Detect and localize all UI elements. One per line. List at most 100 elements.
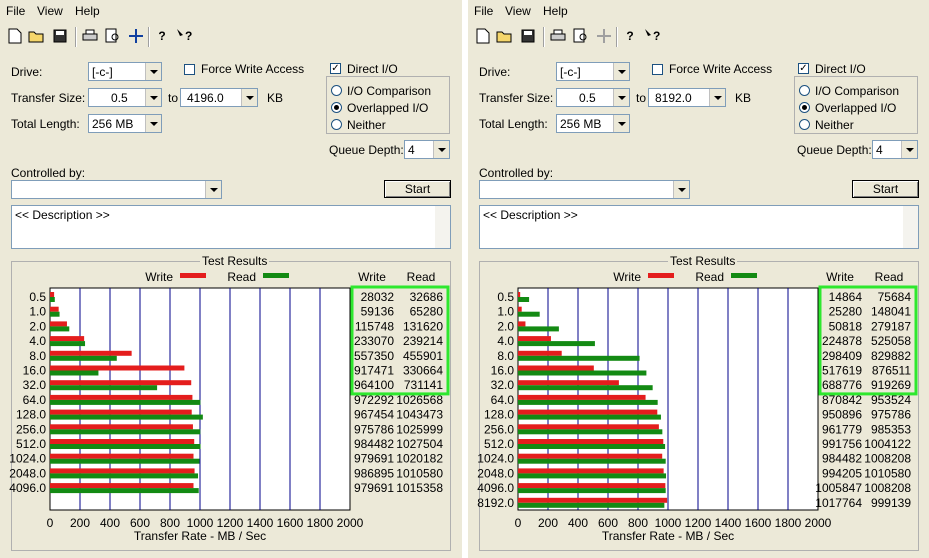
y-tick-label: 16.0 xyxy=(491,364,515,378)
y-tick-label: 1024.0 xyxy=(9,452,46,466)
read-value: 148041 xyxy=(871,305,911,319)
write-bar xyxy=(50,409,192,415)
x-axis-label: Transfer Rate - MB / Sec xyxy=(134,529,266,543)
write-value: 984482 xyxy=(822,452,862,466)
read-bar xyxy=(518,444,666,449)
x-tick-label: 600 xyxy=(130,516,150,530)
y-tick-label: 0.5 xyxy=(497,290,514,304)
write-bar xyxy=(518,292,521,297)
x-tick-label: 1000 xyxy=(655,516,682,530)
read-bar xyxy=(518,370,647,376)
write-bar xyxy=(518,306,522,312)
legend-write-swatch xyxy=(180,273,206,278)
y-tick-label: 4.0 xyxy=(497,334,514,348)
y-tick-label: 32.0 xyxy=(491,378,515,392)
read-value: 32686 xyxy=(410,290,444,304)
y-tick-label: 128.0 xyxy=(16,408,46,422)
read-value: 330664 xyxy=(403,364,443,378)
read-bar xyxy=(518,414,661,420)
read-bar xyxy=(518,502,665,508)
read-value: 1043473 xyxy=(396,408,443,422)
write-bar xyxy=(50,439,195,444)
x-tick-label: 0 xyxy=(47,516,54,530)
write-value: 979691 xyxy=(354,481,394,495)
write-value: 1017764 xyxy=(815,496,862,510)
read-bar xyxy=(50,473,199,479)
left-benchmark-window: File View Help ? ? Drive: [-c-] Transfer… xyxy=(0,0,462,558)
write-bar xyxy=(50,394,193,400)
read-bar xyxy=(518,355,640,361)
read-bar xyxy=(518,341,595,347)
read-bar xyxy=(50,414,203,420)
x-tick-label: 800 xyxy=(628,516,648,530)
x-tick-label: 400 xyxy=(100,516,120,530)
write-bar xyxy=(50,350,132,356)
y-tick-label: 8.0 xyxy=(497,349,514,363)
x-tick-label: 800 xyxy=(160,516,180,530)
y-tick-label: 256.0 xyxy=(16,422,46,436)
read-bar xyxy=(518,488,666,494)
legend-write-label: Write xyxy=(145,270,173,284)
write-bar xyxy=(50,292,55,297)
read-bar xyxy=(50,444,201,449)
write-bar xyxy=(518,439,664,444)
read-value: 525058 xyxy=(871,334,911,348)
read-bar xyxy=(50,370,99,376)
y-tick-label: 8.0 xyxy=(29,349,46,363)
x-tick-label: 2000 xyxy=(337,516,364,530)
read-value: 65280 xyxy=(410,305,444,319)
left-transfer-rate-chart: 0 200 400 600 800 1000 1200 1400 1600 1800 2000 Tra… xyxy=(9,270,450,543)
read-bar xyxy=(50,311,60,317)
write-value: 961779 xyxy=(822,422,862,436)
read-value: 75684 xyxy=(878,290,912,304)
write-bar xyxy=(50,468,195,474)
read-value: 279187 xyxy=(871,319,911,333)
write-bar xyxy=(518,321,526,327)
read-value: 1010580 xyxy=(396,466,443,480)
x-tick-label: 1800 xyxy=(307,516,334,530)
x-axis-label: Transfer Rate - MB / Sec xyxy=(602,529,734,543)
write-column-header: Write xyxy=(358,270,386,284)
read-bar xyxy=(518,297,530,302)
right-benchmark-window: File View Help ? ? Drive: [-c-] Transfer… xyxy=(468,0,929,558)
read-value: 1020182 xyxy=(396,452,443,466)
y-tick-label: 2048.0 xyxy=(477,466,514,480)
read-value: 829882 xyxy=(871,349,911,363)
x-tick-label: 1600 xyxy=(277,516,304,530)
write-bar xyxy=(50,483,194,489)
write-bar xyxy=(518,409,658,415)
read-value: 1004122 xyxy=(864,437,911,451)
read-bar xyxy=(518,326,559,332)
write-bar xyxy=(518,336,551,342)
write-value: 975786 xyxy=(354,422,394,436)
read-bar xyxy=(50,385,158,391)
y-tick-label: 4096.0 xyxy=(9,481,46,495)
read-bar xyxy=(50,429,201,435)
write-bar xyxy=(518,453,663,459)
read-value: 999139 xyxy=(871,496,911,510)
y-tick-label: 4096.0 xyxy=(477,481,514,495)
write-value: 233070 xyxy=(354,334,394,348)
write-bar xyxy=(518,380,619,386)
write-value: 298409 xyxy=(822,349,862,363)
write-value: 950896 xyxy=(822,408,862,422)
write-value: 688776 xyxy=(822,378,862,392)
y-tick-label: 1.0 xyxy=(29,305,46,319)
legend-read-label: Read xyxy=(695,270,724,284)
read-value: 731141 xyxy=(404,378,443,392)
x-tick-label: 1200 xyxy=(685,516,712,530)
read-column-header: Read xyxy=(875,270,904,284)
y-tick-label: 2.0 xyxy=(29,319,46,333)
write-value: 994205 xyxy=(822,466,862,480)
y-tick-label: 1.0 xyxy=(497,305,514,319)
read-bar xyxy=(50,326,70,332)
y-tick-label: 1024.0 xyxy=(477,452,514,466)
write-bar xyxy=(50,365,185,371)
y-tick-label: 2048.0 xyxy=(9,466,46,480)
legend-read-label: Read xyxy=(227,270,256,284)
legend-read-swatch xyxy=(263,273,289,278)
y-tick-label: 256.0 xyxy=(484,422,514,436)
y-tick-label: 0.5 xyxy=(29,290,46,304)
write-bar xyxy=(518,497,668,503)
read-bar xyxy=(50,488,199,494)
